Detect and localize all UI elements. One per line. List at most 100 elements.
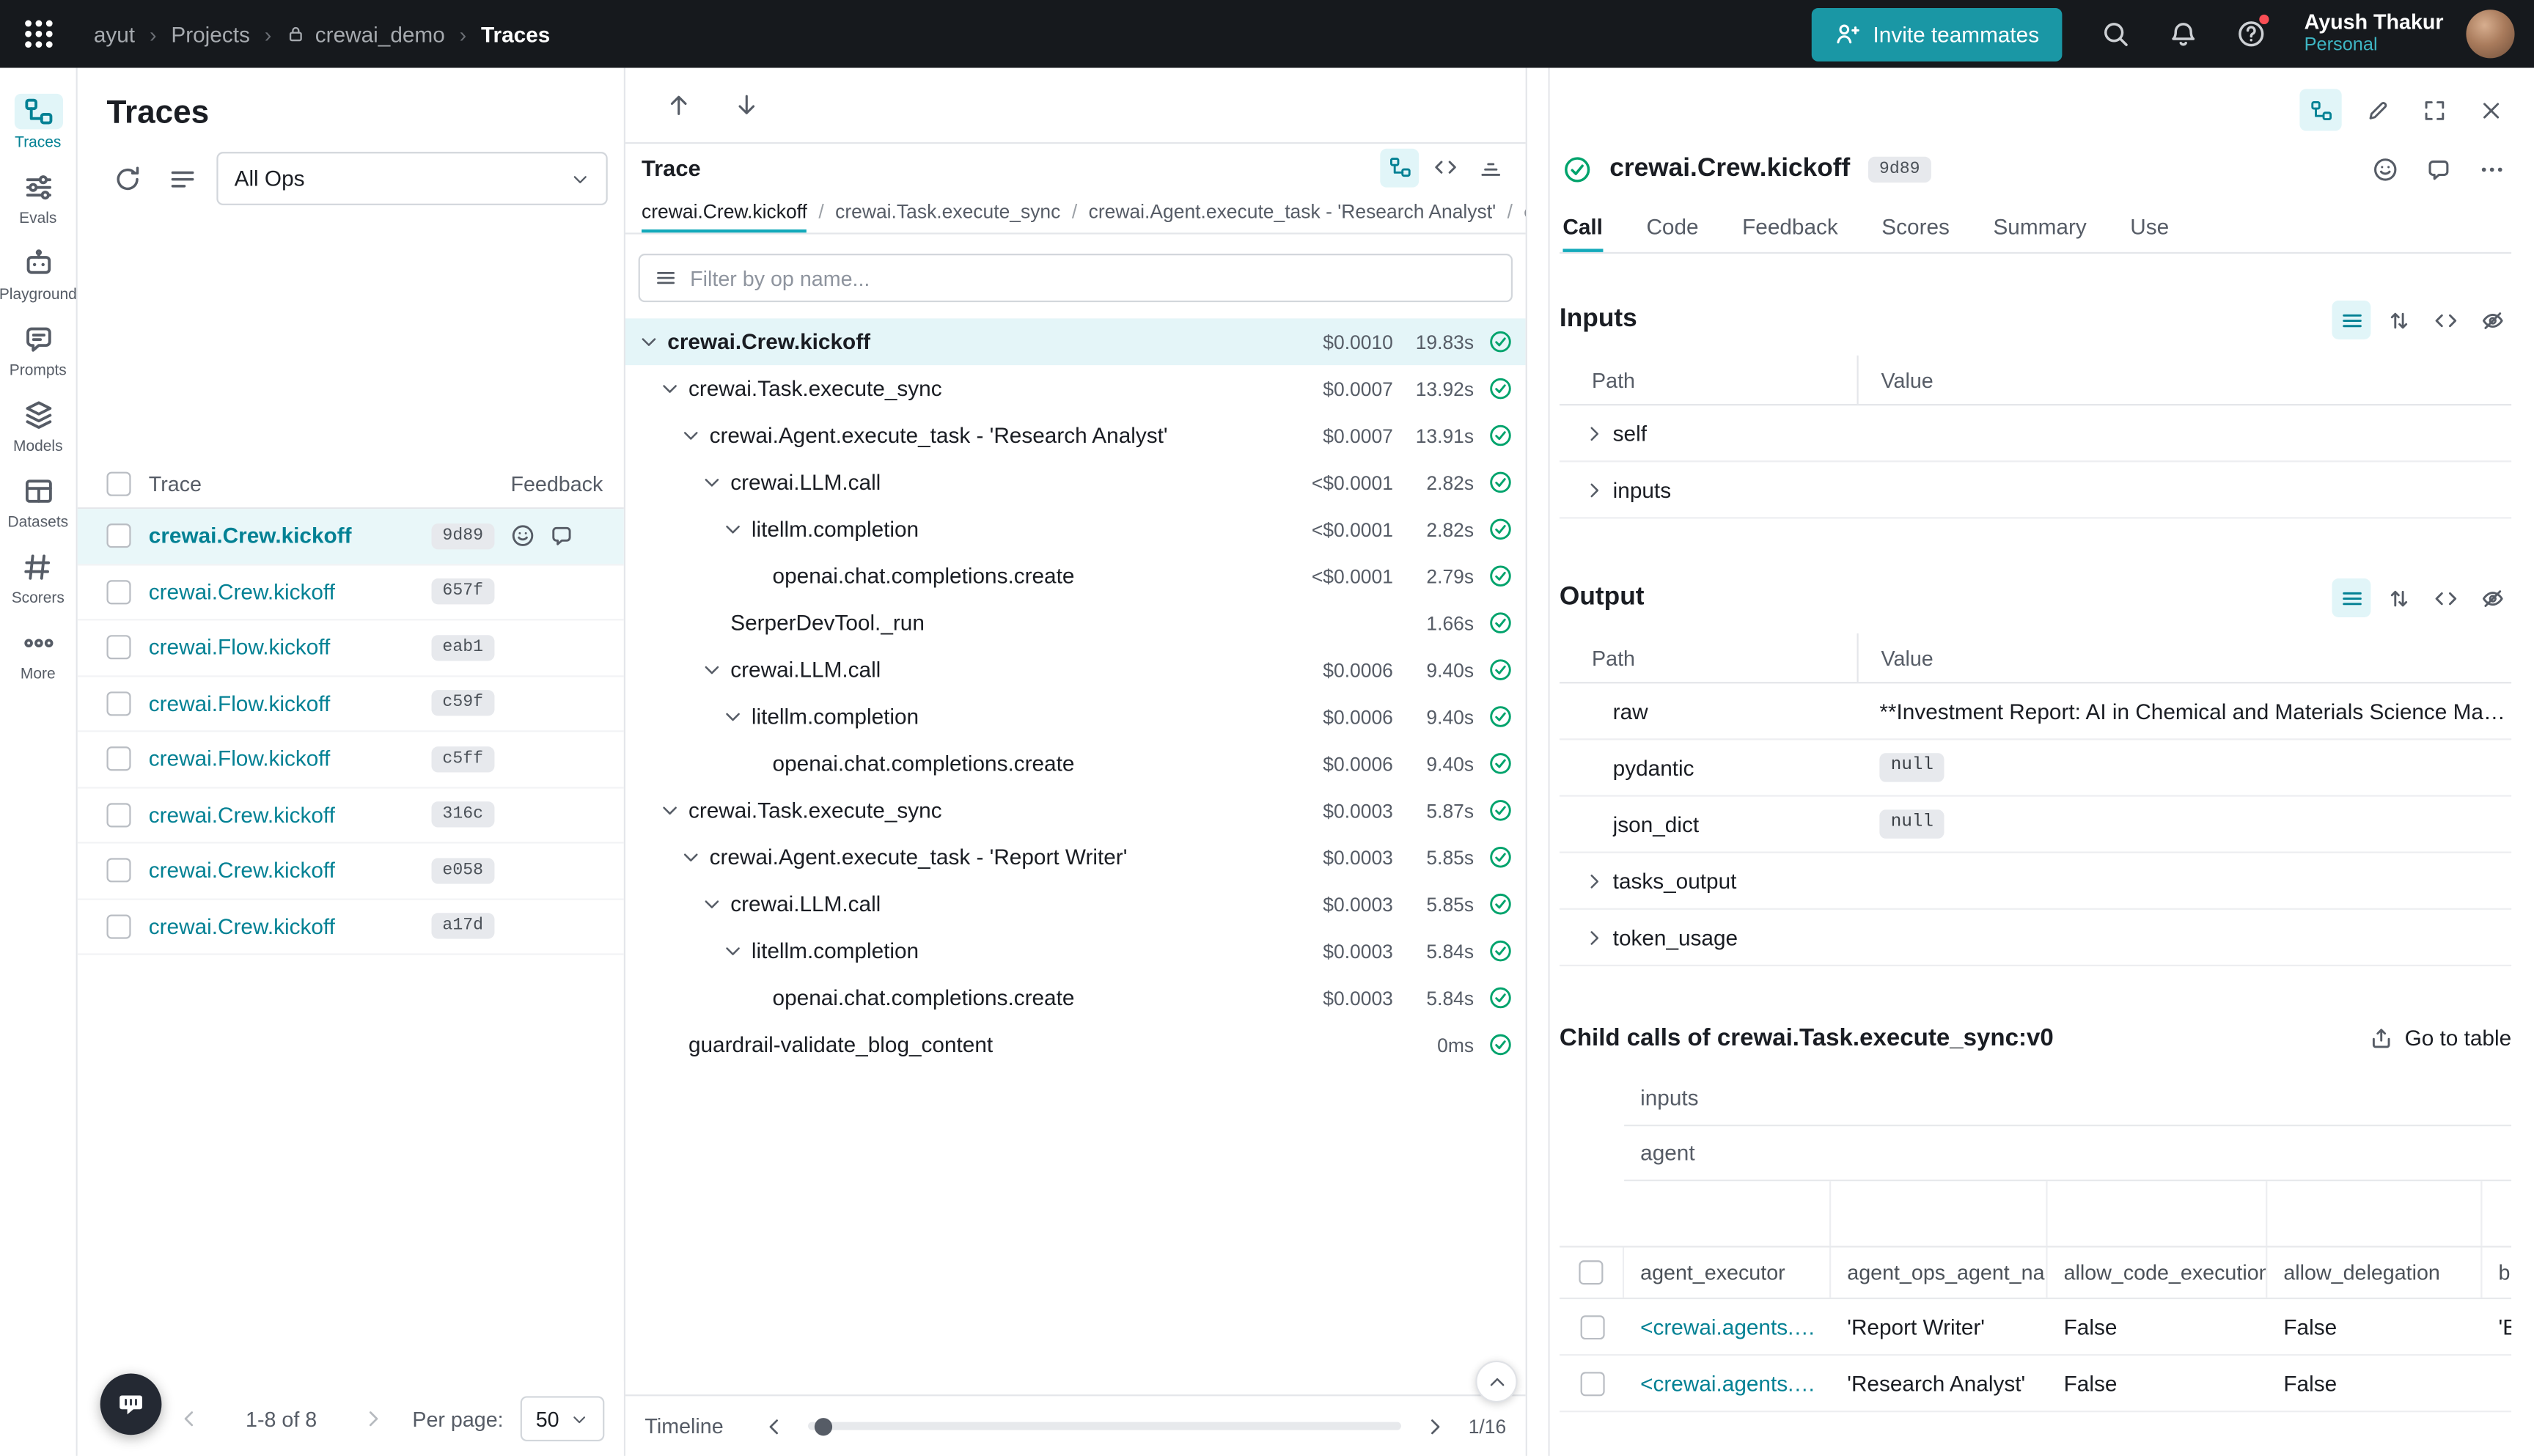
- expand-caret-icon[interactable]: [1584, 870, 1605, 891]
- tree-view-button[interactable]: [1380, 148, 1419, 187]
- trace-tree-row[interactable]: crewai.Agent.execute_task - 'Report Writ…: [625, 834, 1526, 880]
- row-checkbox[interactable]: [106, 803, 131, 827]
- scroll-to-top-button[interactable]: [1475, 1361, 1517, 1402]
- expand-caret-icon[interactable]: [1584, 422, 1605, 444]
- user-menu[interactable]: Ayush Thakur Personal: [2305, 10, 2444, 58]
- trace-tree-row[interactable]: litellm.completion<$0.00012.82s: [625, 506, 1526, 553]
- select-all-checkbox[interactable]: [1579, 1260, 1603, 1284]
- comment-icon[interactable]: [549, 524, 573, 548]
- json-view-button[interactable]: [2425, 578, 2464, 617]
- child-call-row[interactable]: <crewai.agents.cre...'Report Writer'Fals…: [1560, 1299, 2511, 1356]
- help-button[interactable]: [2223, 7, 2278, 62]
- trace-tree-row[interactable]: litellm.completion$0.00069.40s: [625, 694, 1526, 740]
- kv-row-raw[interactable]: raw**Investment Report: AI in Chemical a…: [1560, 683, 2511, 740]
- kv-row-inputs[interactable]: inputs: [1560, 462, 2511, 518]
- view-options-button[interactable]: [161, 158, 203, 199]
- select-all-checkbox[interactable]: [106, 472, 131, 496]
- trace-list-row[interactable]: crewai.Crew.kickoff316c: [78, 787, 624, 843]
- trace-list-row[interactable]: crewai.Flow.kickoffc5ff: [78, 732, 624, 787]
- format-list-button[interactable]: [2332, 578, 2370, 617]
- trace-tree-row[interactable]: crewai.LLM.call<$0.00012.82s: [625, 459, 1526, 506]
- hide-values-button[interactable]: [2472, 301, 2511, 339]
- sidebar-item-traces[interactable]: Traces: [14, 94, 62, 152]
- sidebar-item-more[interactable]: More: [14, 625, 62, 683]
- sidebar-item-models[interactable]: Models: [13, 397, 62, 455]
- row-checkbox[interactable]: [106, 747, 131, 771]
- trace-tree-row[interactable]: crewai.Agent.execute_task - 'Research An…: [625, 412, 1526, 459]
- refresh-button[interactable]: [106, 158, 148, 199]
- go-to-table-button[interactable]: Go to table: [2369, 1026, 2511, 1051]
- edit-button[interactable]: [2357, 89, 2398, 130]
- row-checkbox[interactable]: [106, 524, 131, 548]
- trace-list-row[interactable]: crewai.Flow.kickoffeab1: [78, 620, 624, 676]
- sidebar-item-playground[interactable]: Playground: [0, 246, 77, 304]
- trace-list-row[interactable]: crewai.Crew.kickoffa17d: [78, 900, 624, 955]
- row-checkbox[interactable]: [106, 858, 131, 883]
- sidebar-item-datasets[interactable]: Datasets: [7, 474, 68, 532]
- collapse-caret-icon[interactable]: [659, 378, 680, 400]
- expand-caret-icon[interactable]: [1584, 927, 1605, 948]
- trace-tree-row[interactable]: openai.chat.completions.create<$0.00012.…: [625, 553, 1526, 600]
- collapse-caret-icon[interactable]: [680, 425, 702, 446]
- timeline-prev-button[interactable]: [756, 1408, 791, 1444]
- collapse-caret-icon[interactable]: [659, 800, 680, 821]
- collapse-caret-icon[interactable]: [702, 472, 723, 493]
- tab-scores[interactable]: Scores: [1881, 200, 1950, 252]
- user-avatar[interactable]: [2466, 10, 2514, 58]
- collapse-caret-icon[interactable]: [639, 331, 660, 353]
- breadcrumb-projects[interactable]: Projects: [171, 22, 250, 46]
- timeline-slider-handle[interactable]: [814, 1417, 831, 1435]
- invite-teammates-button[interactable]: Invite teammates: [1812, 7, 2062, 61]
- row-checkbox[interactable]: [1579, 1315, 1604, 1339]
- tab-use[interactable]: Use: [2130, 200, 2169, 252]
- trace-name-link[interactable]: crewai.Crew.kickoff: [149, 580, 431, 604]
- code-view-button[interactable]: [1425, 148, 1464, 187]
- collapse-caret-icon[interactable]: [702, 659, 723, 680]
- expand-caret-icon[interactable]: [1584, 479, 1605, 501]
- notifications-button[interactable]: [2156, 7, 2211, 62]
- add-reaction-button[interactable]: [2366, 150, 2405, 189]
- trace-tree-row[interactable]: crewai.Task.execute_sync$0.000713.92s: [625, 365, 1526, 412]
- child-column-header[interactable]: b: [2482, 1248, 2511, 1298]
- row-checkbox[interactable]: [106, 636, 131, 660]
- ops-filter-select[interactable]: All Ops: [216, 152, 607, 205]
- op-filter-input[interactable]: [690, 266, 1496, 290]
- trace-name-link[interactable]: crewai.Crew.kickoff: [149, 803, 431, 827]
- expand-values-button[interactable]: [2379, 578, 2417, 617]
- kv-row-json_dict[interactable]: json_dictnull: [1560, 797, 2511, 853]
- child-column-header[interactable]: agent_executor: [1624, 1248, 1831, 1298]
- collapse-caret-icon[interactable]: [702, 894, 723, 915]
- row-checkbox[interactable]: [1579, 1371, 1604, 1395]
- trace-name-link[interactable]: crewai.Flow.kickoff: [149, 636, 431, 660]
- trace-tree-row[interactable]: SerperDevTool._run1.66s: [625, 600, 1526, 647]
- tab-call[interactable]: Call: [1562, 200, 1603, 252]
- row-checkbox[interactable]: [106, 914, 131, 938]
- tab-feedback[interactable]: Feedback: [1742, 200, 1838, 252]
- child-column-header[interactable]: allow_delegation: [2267, 1248, 2482, 1298]
- trace-list-row[interactable]: crewai.Crew.kickoffe058: [78, 844, 624, 900]
- trace-tree-row[interactable]: crewai.LLM.call$0.00035.85s: [625, 880, 1526, 927]
- trace-name-link[interactable]: crewai.Crew.kickoff: [149, 914, 431, 938]
- row-checkbox[interactable]: [106, 580, 131, 604]
- search-button[interactable]: [2087, 7, 2142, 62]
- wandb-logo-icon[interactable]: [23, 18, 55, 50]
- per-page-select[interactable]: 50: [520, 1396, 605, 1441]
- trace-path-tab[interactable]: crewai.LLM.cal...: [1524, 191, 1525, 232]
- trace-tree-row[interactable]: crewai.LLM.call$0.00069.40s: [625, 647, 1526, 694]
- json-view-button[interactable]: [2425, 301, 2464, 339]
- support-chat-button[interactable]: [100, 1373, 162, 1435]
- next-page-button[interactable]: [356, 1401, 391, 1436]
- trace-path-tab[interactable]: crewai.Task.execute_sync: [835, 191, 1060, 232]
- child-column-header[interactable]: allow_code_execution: [2048, 1248, 2268, 1298]
- collapse-caret-icon[interactable]: [680, 847, 702, 868]
- prev-trace-button[interactable]: [658, 84, 699, 126]
- trace-tree-row[interactable]: litellm.completion$0.00035.84s: [625, 927, 1526, 974]
- trace-path-tab[interactable]: crewai.Crew.kickoff: [642, 191, 807, 232]
- tab-code[interactable]: Code: [1646, 200, 1698, 252]
- timeline-slider[interactable]: [807, 1422, 1400, 1430]
- expand-values-button[interactable]: [2379, 301, 2417, 339]
- trace-list-row[interactable]: crewai.Crew.kickoff9d89: [78, 509, 624, 565]
- format-list-button[interactable]: [2332, 301, 2370, 339]
- trace-name-link[interactable]: crewai.Crew.kickoff: [149, 858, 431, 883]
- sidebar-item-prompts[interactable]: Prompts: [10, 322, 67, 380]
